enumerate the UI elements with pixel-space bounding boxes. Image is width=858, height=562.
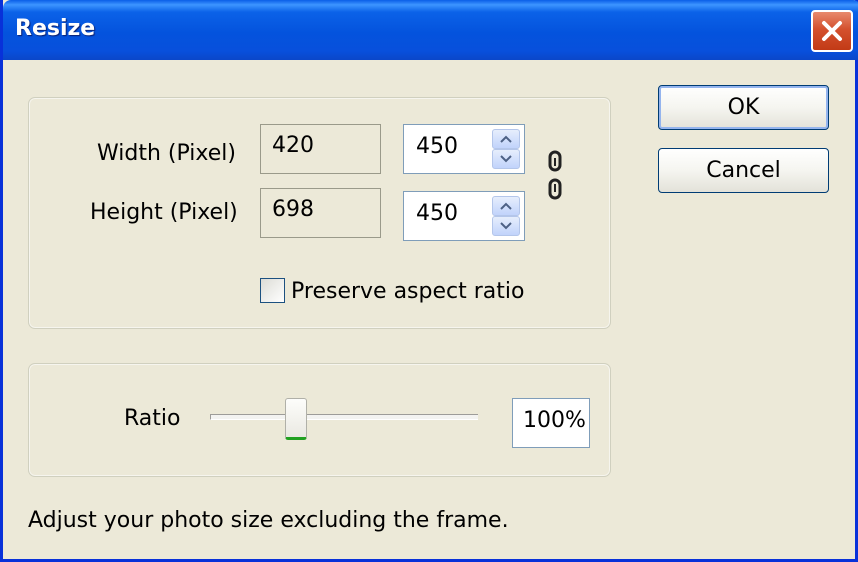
close-icon <box>822 21 842 41</box>
width-increment-button[interactable] <box>492 129 520 149</box>
height-label: Height (Pixel) <box>90 200 238 225</box>
height-spinner[interactable]: 450 <box>403 191 525 241</box>
close-button[interactable] <box>811 10 853 52</box>
title-bar[interactable]: Resize <box>3 0 858 60</box>
ok-button[interactable]: OK <box>658 85 829 130</box>
preserve-aspect-label[interactable]: Preserve aspect ratio <box>291 279 524 304</box>
ratio-label: Ratio <box>124 406 181 431</box>
arrow-up-icon <box>500 135 512 143</box>
height-increment-button[interactable] <box>492 196 520 216</box>
original-width-field: 420 <box>260 124 381 174</box>
width-decrement-button[interactable] <box>492 149 520 169</box>
width-input[interactable]: 450 <box>416 134 458 159</box>
ratio-value-field[interactable]: 100% <box>512 398 590 448</box>
preserve-aspect-checkbox[interactable] <box>260 278 285 303</box>
original-height-field: 698 <box>260 188 381 238</box>
chain-link-icon <box>548 150 562 200</box>
height-input[interactable]: 450 <box>416 201 458 226</box>
ratio-slider-thumb[interactable] <box>285 398 307 440</box>
arrow-down-icon <box>500 222 512 230</box>
ratio-slider-track[interactable] <box>210 414 478 420</box>
arrow-down-icon <box>500 155 512 163</box>
width-label: Width (Pixel) <box>97 141 236 166</box>
window-title: Resize <box>15 16 96 41</box>
width-spinner[interactable]: 450 <box>403 124 525 174</box>
arrow-up-icon <box>500 202 512 210</box>
hint-text: Adjust your photo size excluding the fra… <box>28 508 509 533</box>
cancel-button[interactable]: Cancel <box>658 148 829 193</box>
height-decrement-button[interactable] <box>492 216 520 236</box>
